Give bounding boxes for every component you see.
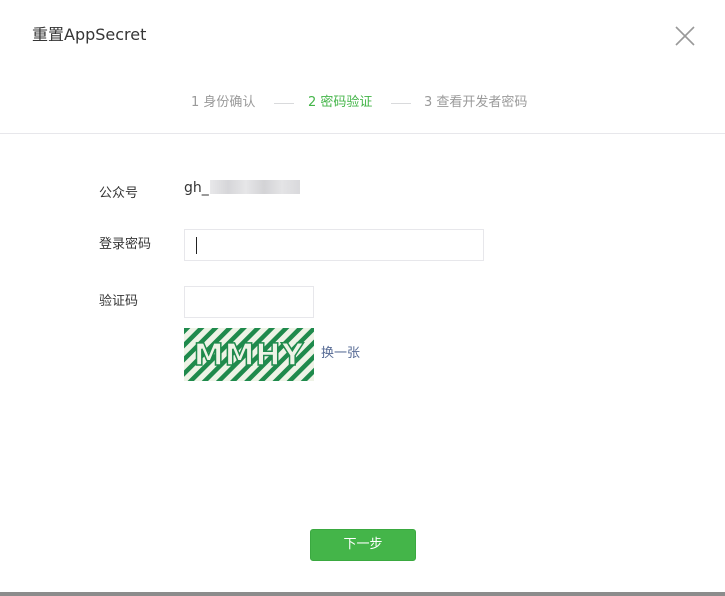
refresh-captcha-link[interactable]: 换一张 bbox=[321, 344, 360, 364]
captcha-text: MMHY bbox=[194, 338, 305, 373]
password-input[interactable] bbox=[184, 229, 484, 261]
close-icon bbox=[675, 26, 695, 46]
account-value: gh_ bbox=[184, 180, 209, 196]
reset-appsecret-dialog: 重置AppSecret 1 身份确认 2 密码验证 3 查看开发者密码 公众号 … bbox=[0, 0, 725, 596]
window-bottom-edge bbox=[0, 592, 725, 596]
text-caret bbox=[196, 237, 197, 254]
step-password-verify: 2 密码验证 bbox=[308, 95, 373, 110]
captcha-input[interactable] bbox=[184, 286, 314, 318]
captcha-label: 验证码 bbox=[99, 294, 139, 309]
step-indicator: 1 身份确认 2 密码验证 3 查看开发者密码 bbox=[0, 92, 725, 114]
step-separator bbox=[391, 103, 411, 104]
account-label: 公众号 bbox=[99, 186, 139, 201]
step-identity: 1 身份确认 bbox=[191, 95, 256, 110]
captcha-image[interactable]: MMHY bbox=[184, 328, 314, 381]
next-step-button[interactable]: 下一步 bbox=[310, 529, 416, 561]
step-view-secret: 3 查看开发者密码 bbox=[424, 95, 528, 110]
close-button[interactable] bbox=[672, 23, 698, 49]
account-value-mask bbox=[210, 180, 300, 194]
step-separator bbox=[274, 103, 294, 104]
password-label: 登录密码 bbox=[99, 237, 152, 252]
header-divider bbox=[0, 133, 725, 134]
dialog-title: 重置AppSecret bbox=[32, 25, 147, 44]
